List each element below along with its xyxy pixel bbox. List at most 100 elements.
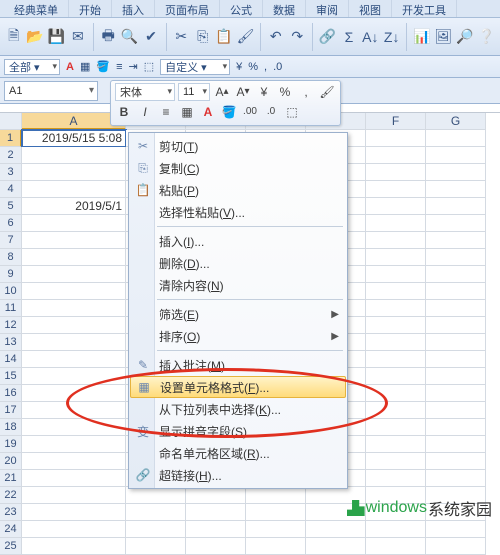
help-icon[interactable]: ❔ — [477, 26, 496, 48]
copy-icon[interactable]: ⎘ — [193, 26, 212, 48]
cell-F20[interactable] — [366, 453, 426, 470]
all-dropdown[interactable]: 全部 ▾ — [4, 59, 60, 75]
row-header-4[interactable]: 4 — [0, 181, 22, 198]
menu-item-R[interactable]: 命名单元格区域(R)... — [129, 442, 347, 464]
undo-icon[interactable]: ↶ — [266, 26, 285, 48]
fontcolor-icon[interactable]: A — [66, 61, 74, 73]
align-icon[interactable]: ≡ — [116, 61, 122, 73]
cell-F18[interactable] — [366, 419, 426, 436]
row-header-20[interactable]: 20 — [0, 453, 22, 470]
menu-item-D[interactable]: 删除(D)... — [129, 252, 347, 274]
menu-item-M[interactable]: ✎插入批注(M) — [129, 354, 347, 376]
cell-A11[interactable] — [22, 300, 126, 317]
row-header-11[interactable]: 11 — [0, 300, 22, 317]
zoom-icon[interactable]: 🔎 — [455, 26, 474, 48]
cell-A12[interactable] — [22, 317, 126, 334]
column-header-F[interactable]: F — [366, 113, 426, 130]
row-header-22[interactable]: 22 — [0, 487, 22, 504]
cell-A19[interactable] — [22, 436, 126, 453]
merge-mini-icon[interactable]: ⬚ — [283, 103, 301, 121]
cell-E25[interactable] — [306, 538, 366, 555]
row-header-9[interactable]: 9 — [0, 266, 22, 283]
tab-data[interactable]: 数据 — [263, 0, 306, 17]
cell-F7[interactable] — [366, 232, 426, 249]
cell-A22[interactable] — [22, 487, 126, 504]
cell-G4[interactable] — [426, 181, 486, 198]
tab-home[interactable]: 开始 — [69, 0, 112, 17]
paste-icon[interactable]: 📋 — [214, 26, 233, 48]
row-header-3[interactable]: 3 — [0, 164, 22, 181]
merge-icon[interactable]: ⬚ — [144, 60, 154, 73]
tab-formula[interactable]: 公式 — [220, 0, 263, 17]
cell-A24[interactable] — [22, 521, 126, 538]
bold-button[interactable]: B — [115, 103, 133, 121]
cell-F16[interactable] — [366, 385, 426, 402]
cell-F4[interactable] — [366, 181, 426, 198]
row-header-23[interactable]: 23 — [0, 504, 22, 521]
select-all-corner[interactable] — [0, 113, 22, 130]
sum-icon[interactable]: Σ — [339, 26, 358, 48]
row-header-7[interactable]: 7 — [0, 232, 22, 249]
border-icon[interactable]: ▦ — [80, 60, 90, 73]
tab-view[interactable]: 视图 — [349, 0, 392, 17]
row-header-24[interactable]: 24 — [0, 521, 22, 538]
cell-G3[interactable] — [426, 164, 486, 181]
menu-item-T[interactable]: ✂剪切(T) — [129, 135, 347, 157]
picture-icon[interactable]: 🖼 — [434, 26, 453, 48]
cell-G2[interactable] — [426, 147, 486, 164]
row-header-13[interactable]: 13 — [0, 334, 22, 351]
dec-inc-mini-icon[interactable]: .00 — [241, 103, 259, 121]
cell-F8[interactable] — [366, 249, 426, 266]
cell-F14[interactable] — [366, 351, 426, 368]
fill-mini-icon[interactable]: 🪣 — [220, 103, 238, 121]
cell-A9[interactable] — [22, 266, 126, 283]
cell-A25[interactable] — [22, 538, 126, 555]
menu-item-F[interactable]: ▦设置单元格格式(F)... — [130, 376, 346, 398]
row-header-16[interactable]: 16 — [0, 385, 22, 402]
row-header-18[interactable]: 18 — [0, 419, 22, 436]
menu-item-V[interactable]: 选择性粘贴(V)... — [129, 201, 347, 223]
cell-D24[interactable] — [246, 521, 306, 538]
indent-icon[interactable]: ⇥ — [128, 60, 137, 73]
cell-A15[interactable] — [22, 368, 126, 385]
cell-B22[interactable] — [126, 487, 186, 504]
tab-dev[interactable]: 开发工具 — [392, 0, 457, 17]
cell-F10[interactable] — [366, 283, 426, 300]
mini-font-size[interactable]: 11 — [178, 83, 210, 101]
cell-A3[interactable] — [22, 164, 126, 181]
menu-item-S[interactable]: 变显示拼音字段(S) — [129, 420, 347, 442]
cell-F3[interactable] — [366, 164, 426, 181]
cell-A2[interactable] — [22, 147, 126, 164]
cell-F11[interactable] — [366, 300, 426, 317]
cell-G15[interactable] — [426, 368, 486, 385]
comma-icon[interactable]: , — [264, 61, 267, 73]
menu-item-O[interactable]: 排序(O)▶ — [129, 325, 347, 347]
tab-classic[interactable]: 经典菜单 — [4, 0, 69, 17]
mini-percent-icon[interactable]: % — [276, 83, 294, 101]
sort-asc-icon[interactable]: A↓ — [361, 26, 380, 48]
cell-A20[interactable] — [22, 453, 126, 470]
cell-A10[interactable] — [22, 283, 126, 300]
row-header-2[interactable]: 2 — [0, 147, 22, 164]
tab-review[interactable]: 审阅 — [306, 0, 349, 17]
name-box[interactable]: A1 — [4, 81, 98, 101]
row-header-14[interactable]: 14 — [0, 351, 22, 368]
cell-G19[interactable] — [426, 436, 486, 453]
row-header-5[interactable]: 5 — [0, 198, 22, 215]
cell-A17[interactable] — [22, 402, 126, 419]
format-painter-mini-icon[interactable]: 🖌 — [318, 83, 336, 101]
cell-C23[interactable] — [186, 504, 246, 521]
cell-G14[interactable] — [426, 351, 486, 368]
link-icon[interactable]: 🔗 — [318, 26, 337, 48]
cell-A8[interactable] — [22, 249, 126, 266]
dec-dec-mini-icon[interactable]: .0 — [262, 103, 280, 121]
row-header-15[interactable]: 15 — [0, 368, 22, 385]
save-icon[interactable]: 💾 — [47, 26, 66, 48]
dec-inc-icon[interactable]: .0 — [273, 61, 282, 73]
cell-G16[interactable] — [426, 385, 486, 402]
column-header-G[interactable]: G — [426, 113, 486, 130]
cell-F19[interactable] — [366, 436, 426, 453]
cell-C24[interactable] — [186, 521, 246, 538]
cell-F9[interactable] — [366, 266, 426, 283]
cell-G1[interactable] — [426, 130, 486, 147]
